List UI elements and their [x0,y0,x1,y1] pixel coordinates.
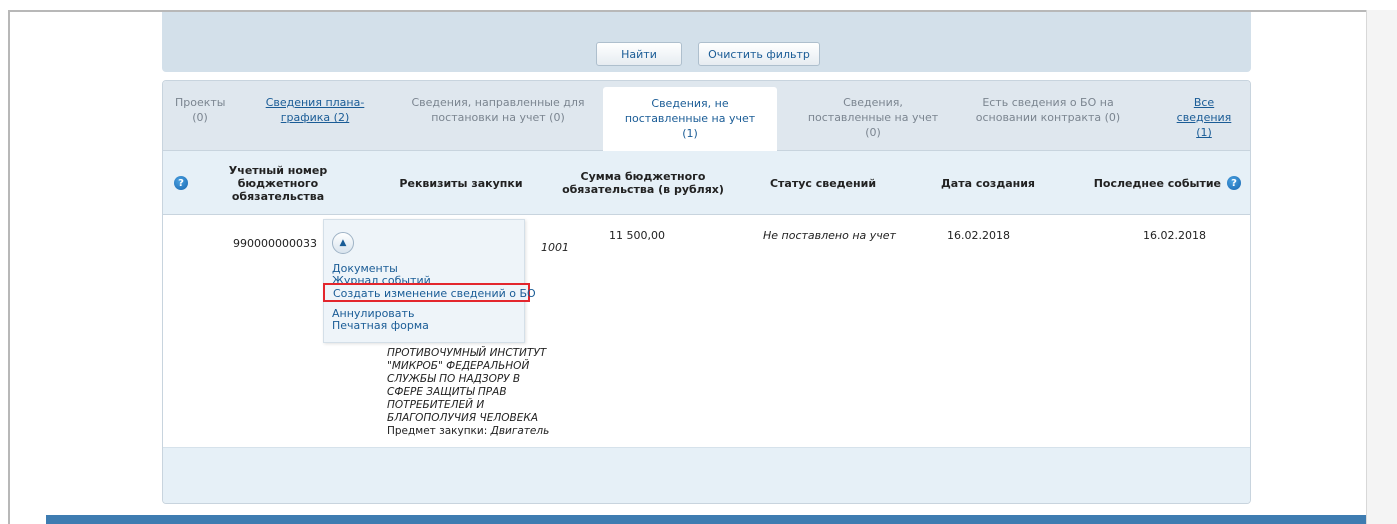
tab-label: поставленные на учет [807,111,939,124]
tab-bar: Проекты (0) Сведения плана- графика (2) … [163,81,1250,151]
tab-label: (1) [682,127,698,140]
tab-label: Сведения, не [651,97,729,110]
tab-label: (0) [192,111,208,124]
tab-registered[interactable]: Сведения, поставленные на учет (0) [783,95,963,140]
tab-label: Есть сведения о БО на [982,96,1114,109]
tab-label: Сведения плана- [265,96,365,109]
customer-org-line: СЛУЖБЫ ПО НАДЗОРУ В [387,373,521,385]
tab-label: постановки на учет (0) [431,111,565,124]
tab-label: сведения [1176,111,1232,124]
tab-label: основании контракта (0) [975,111,1121,124]
menu-item-create-change[interactable]: Создать изменение сведений о БО [323,283,536,302]
obligation-number[interactable]: 990000000033 [233,237,317,250]
column-number-label: Учетный номер [228,163,328,177]
tab-contract-based[interactable]: Есть сведения о БО на основании контракт… [963,95,1133,125]
tab-label: поставленные на учет [624,112,756,125]
column-last-event[interactable]: Последнее событие ? [1091,151,1241,215]
tab-label: (1) [1196,126,1212,139]
purchase-subject: Предмет закупки: Двигатель [387,425,549,437]
column-help[interactable]: ? [171,151,191,215]
menu-item-create-change-label: Создать изменение сведений о БО [333,287,536,300]
page-footer-bar [46,515,1366,524]
column-amount-label: Сумма бюджетного [580,170,706,183]
collapse-menu-button[interactable]: ▲ [332,232,354,254]
column-last-event-label: Последнее событие [1093,176,1221,190]
customer-org-line: ПРОТИВОЧУМНЫЙ ИНСТИТУТ [387,347,547,359]
column-created[interactable]: Дата создания [933,151,1043,215]
tab-label: Все [1193,96,1215,109]
tab-label: (0) [865,126,881,139]
help-icon[interactable]: ? [1227,176,1241,190]
column-number[interactable]: Учетный номер бюджетного обязательства [223,151,333,215]
amount-value: 11 500,00 [609,229,665,242]
column-number-label: обязательства [231,189,325,203]
results-panel: Проекты (0) Сведения плана- графика (2) … [162,80,1251,504]
clear-filter-button[interactable]: Очистить фильтр [698,42,820,66]
tab-projects[interactable]: Проекты (0) [175,95,226,125]
tab-label: Сведения, направленные для [411,96,585,109]
find-button[interactable]: Найти [596,42,682,66]
tab-label: графика (2) [280,111,350,124]
tab-label: Сведения, [843,96,903,109]
purchase-subject-value: Двигатель [490,425,550,437]
table-header: ? Учетный номер бюджетного обязательства… [163,151,1250,215]
chevron-up-icon: ▲ [339,238,347,248]
row-actions-menu: ▲ Документы Журнал событий Аннулировать … [323,219,525,343]
customer-org-line: ПОТРЕБИТЕЛЕЙ И [387,399,485,411]
column-number-label: бюджетного [237,176,319,190]
last-event-date: 16.02.2018 [1143,229,1206,242]
table-footer [163,447,1250,503]
tab-all[interactable]: Все сведения (1) [1169,95,1239,140]
status-value: Не поставлено на учет [763,229,896,242]
customer-org-line: "МИКРОБ" ФЕДЕРАЛЬНОЙ [387,360,530,372]
table-row[interactable]: 990000000033 1001 11 500,00 Не поставлен… [163,215,1250,447]
customer-org-line: БЛАГОПОЛУЧИЯ ЧЕЛОВЕКА [387,412,539,424]
purchase-partial-text: 1001 [541,241,569,254]
customer-org-line: СФЕРЕ ЗАЩИТЫ ПРАВ [387,386,507,398]
help-icon[interactable]: ? [174,176,188,190]
tab-label: Проекты [175,96,226,109]
page: Найти Очистить фильтр Проекты (0) Сведен… [0,0,1397,524]
column-purchase-details[interactable]: Реквизиты закупки [391,151,531,215]
created-date: 16.02.2018 [947,229,1010,242]
scrollbar-area[interactable] [1366,10,1397,524]
tab-not-registered[interactable]: Сведения, не поставленные на учет (1) [603,87,777,151]
filter-bar: Найти Очистить фильтр [162,12,1251,72]
purchase-subject-label: Предмет закупки: [387,425,488,437]
tab-sent-for-registration[interactable]: Сведения, направленные для постановки на… [403,95,593,125]
column-status[interactable]: Статус сведений [753,151,893,215]
column-amount[interactable]: Сумма бюджетного обязательства (в рублях… [553,151,733,215]
menu-item-print-form[interactable]: Печатная форма [332,319,429,332]
tab-plan-schedule[interactable]: Сведения плана- графика (2) [255,95,375,125]
column-amount-label: обязательства (в рублях) [562,183,724,196]
